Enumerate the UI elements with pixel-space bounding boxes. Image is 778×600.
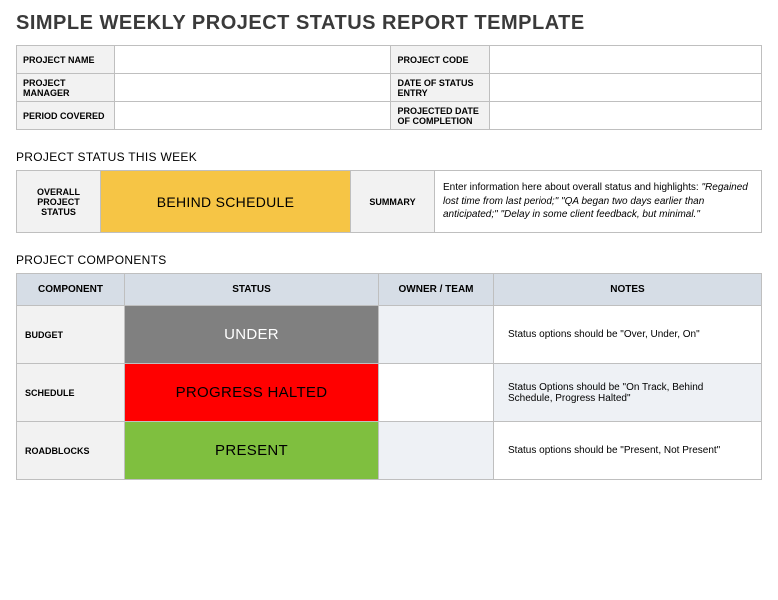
table-row: ROADBLOCKS PRESENT Status options should… [17, 422, 762, 480]
period-covered-label: PERIOD COVERED [17, 102, 115, 130]
date-status-entry-value[interactable] [489, 74, 761, 102]
project-manager-value[interactable] [115, 74, 391, 102]
components-header-row: COMPONENT STATUS OWNER / TEAM NOTES [17, 274, 762, 306]
row-roadblocks-status[interactable]: PRESENT [125, 422, 379, 480]
summary-text[interactable]: Enter information here about overall sta… [435, 171, 762, 233]
components-heading: PROJECT COMPONENTS [16, 253, 762, 267]
table-row: SCHEDULE PROGRESS HALTED Status Options … [17, 364, 762, 422]
components-table: COMPONENT STATUS OWNER / TEAM NOTES BUDG… [16, 273, 762, 480]
projected-date-value[interactable] [489, 102, 761, 130]
row-schedule-owner[interactable] [379, 364, 494, 422]
project-code-value[interactable] [489, 46, 761, 74]
row-roadblocks-notes[interactable]: Status options should be "Present, Not P… [494, 422, 762, 480]
col-component: COMPONENT [17, 274, 125, 306]
row-budget-label: BUDGET [17, 306, 125, 364]
date-status-entry-label: DATE OF STATUS ENTRY [391, 74, 489, 102]
summary-label: SUMMARY [351, 171, 435, 233]
status-week-table: OVERALL PROJECT STATUS BEHIND SCHEDULE S… [16, 170, 762, 233]
row-roadblocks-label: ROADBLOCKS [17, 422, 125, 480]
row-schedule-label: SCHEDULE [17, 364, 125, 422]
summary-intro: Enter information here about overall sta… [443, 182, 702, 193]
projected-date-label: PROJECTED DATE OF COMPLETION [391, 102, 489, 130]
row-schedule-notes[interactable]: Status Options should be "On Track, Behi… [494, 364, 762, 422]
project-name-value[interactable] [115, 46, 391, 74]
row-schedule-status[interactable]: PROGRESS HALTED [125, 364, 379, 422]
row-budget-notes[interactable]: Status options should be "Over, Under, O… [494, 306, 762, 364]
col-owner: OWNER / TEAM [379, 274, 494, 306]
project-manager-label: PROJECT MANAGER [17, 74, 115, 102]
table-row: BUDGET UNDER Status options should be "O… [17, 306, 762, 364]
row-roadblocks-owner[interactable] [379, 422, 494, 480]
col-notes: NOTES [494, 274, 762, 306]
project-code-label: PROJECT CODE [391, 46, 489, 74]
col-status: STATUS [125, 274, 379, 306]
period-covered-value[interactable] [115, 102, 391, 130]
overall-status-label: OVERALL PROJECT STATUS [17, 171, 101, 233]
project-name-label: PROJECT NAME [17, 46, 115, 74]
page-title: SIMPLE WEEKLY PROJECT STATUS REPORT TEMP… [16, 12, 762, 35]
row-budget-owner[interactable] [379, 306, 494, 364]
row-budget-status[interactable]: UNDER [125, 306, 379, 364]
project-meta-table: PROJECT NAME PROJECT CODE PROJECT MANAGE… [16, 45, 762, 130]
status-week-heading: PROJECT STATUS THIS WEEK [16, 150, 762, 164]
overall-status-badge[interactable]: BEHIND SCHEDULE [101, 171, 351, 233]
